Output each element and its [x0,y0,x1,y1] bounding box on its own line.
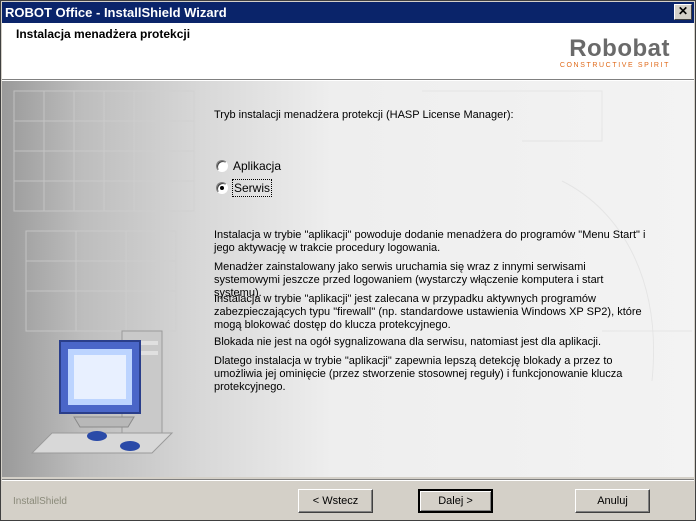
title-bar[interactable]: ROBOT Office - InstallShield Wizard ✕ [2,2,694,23]
wizard-header: Instalacja menadżera protekcji Robobat C… [2,23,694,80]
mode-prompt: Tryb instalacji menadżera protekcji (HAS… [214,109,514,121]
back-button[interactable]: < Wstecz [298,489,373,513]
radio-aplikacja-label: Aplikacja [233,159,282,173]
logo-wordmark: Robobat [569,35,670,62]
radio-serwis-control[interactable] [216,182,228,194]
wizard-content: Tryb instalacji menadżera protekcji (HAS… [2,81,694,477]
robobat-logo: Robobat CONSTRUCTIVE SPIRIT [560,37,670,71]
wizard-footer: InstallShield < Wstecz Dalej > Anuluj [2,477,694,520]
close-button[interactable]: ✕ [674,4,692,20]
next-button[interactable]: Dalej > [418,489,493,513]
computer-illustration [30,330,174,454]
radio-serwis-label: Serwis [231,179,273,197]
info-paragraph-3: Instalacja w trybie "aplikacji" jest zal… [214,293,642,331]
page-title: Instalacja menadżera protekcji [16,27,191,41]
cancel-button[interactable]: Anuluj [575,489,650,513]
info-paragraph-4: Blokada nie jest na ogół sygnalizowana d… [214,336,602,348]
installshield-brand: InstallShield [13,496,67,507]
footer-divider [2,479,694,481]
info-paragraph-1: Instalacja w trybie "aplikacji" powoduje… [214,229,646,254]
close-icon: ✕ [677,4,689,18]
logo-tagline: CONSTRUCTIVE SPIRIT [559,62,670,69]
installer-window: ROBOT Office - InstallShield Wizard ✕ In… [0,0,696,521]
info-paragraph-5: Dlatego instalacja w trybie "aplikacji" … [214,355,623,393]
radio-aplikacja-control[interactable] [216,160,228,172]
window-title: ROBOT Office - InstallShield Wizard [5,5,227,20]
